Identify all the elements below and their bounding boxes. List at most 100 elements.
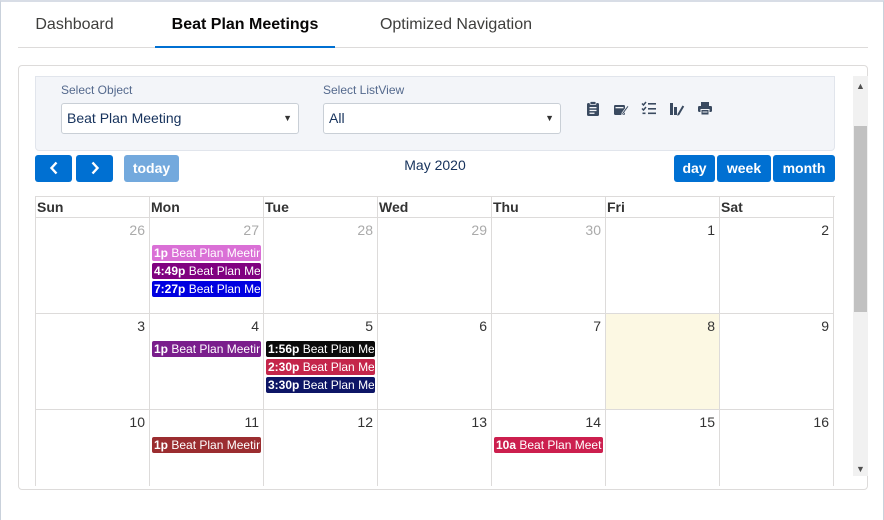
day-number: 27 (243, 222, 259, 238)
event-time: 1p (154, 438, 169, 452)
day-number: 16 (813, 414, 829, 430)
print-icon[interactable] (696, 101, 714, 119)
day-number: 14 (585, 414, 601, 430)
week-row: 3 4 1p Beat Plan Meeting 5 1:56p Beat Plan M… (36, 314, 835, 410)
day-cell[interactable]: 6 (378, 314, 492, 410)
day-cell[interactable]: 1 (606, 218, 720, 314)
week-view-button[interactable]: week (717, 155, 771, 182)
day-number: 13 (471, 414, 487, 430)
calendar-event[interactable]: 4:49p Beat Plan Meeting (152, 263, 261, 279)
day-cell[interactable]: 15 (606, 410, 720, 486)
day-cell[interactable]: 7 (492, 314, 606, 410)
event-time: 10a (496, 438, 517, 452)
weekday-header-wed: Wed (378, 197, 492, 218)
next-button[interactable] (76, 155, 113, 182)
select-listview-label: Select ListView (323, 83, 405, 97)
calendar-event[interactable]: 1p Beat Plan Meeting (152, 245, 261, 261)
weekday-header-row: Sun Mon Tue Wed Thu Fri Sat (36, 197, 835, 218)
event-title: Beat Plan Meeting (168, 342, 261, 356)
event-title: Beat Plan Meeting (188, 282, 261, 296)
tab-dashboard[interactable]: Dashboard (18, 4, 131, 48)
month-grid: Sun Mon Tue Wed Thu Fri Sat 26 27 1p Beat Plan M… (35, 196, 835, 486)
day-number: 30 (585, 222, 601, 238)
event-title: Beat Plan Meeting (168, 438, 261, 452)
day-number: 8 (707, 318, 715, 334)
vertical-scrollbar[interactable]: ▲ ▼ (853, 76, 868, 476)
chevron-left-icon (49, 161, 57, 175)
day-cell[interactable]: 2 (720, 218, 834, 314)
day-number: 12 (357, 414, 373, 430)
calendar-event[interactable]: 2:30p Beat Plan Meeting (266, 359, 375, 375)
filter-bar: Select Object Beat Plan Meeting ▼ Select… (35, 76, 835, 151)
day-number: 10 (129, 414, 145, 430)
event-title: Beat Plan Meeting (188, 264, 261, 278)
day-cell[interactable]: 26 (36, 218, 150, 314)
day-cell[interactable]: 51:56p Beat Plan Meeting2:30p Beat Plan … (264, 314, 378, 410)
calendar-title: May 2020 (404, 157, 466, 173)
weekday-header-tue: Tue (264, 197, 378, 218)
month-view-button[interactable]: month (773, 155, 835, 182)
day-cell[interactable]: 28 (264, 218, 378, 314)
day-number: 2 (821, 222, 829, 238)
day-number: 9 (821, 318, 829, 334)
calendar-event[interactable]: 10a Beat Plan Meeting (494, 437, 603, 453)
day-view-button[interactable]: day (674, 155, 715, 182)
event-time: 3:30p (268, 378, 300, 392)
chart-pen-icon[interactable] (668, 101, 686, 119)
tab-bar: Dashboard Beat Plan Meetings Optimized N… (18, 4, 868, 48)
event-title: Beat Plan Meeting (302, 360, 375, 374)
edit-note-icon[interactable] (612, 101, 630, 119)
calendar-event[interactable]: 7:27p Beat Plan Meeting (152, 281, 261, 297)
tab-optimized-navigation[interactable]: Optimized Navigation (360, 4, 552, 48)
tab-beat-plan-meetings[interactable]: Beat Plan Meetings (155, 4, 335, 48)
weekday-header-mon: Mon (150, 197, 264, 218)
day-cell[interactable]: 13 (378, 410, 492, 486)
event-time: 7:27p (154, 282, 186, 296)
today-button[interactable]: today (124, 155, 179, 182)
event-time: 1p (154, 246, 169, 260)
calendar-event[interactable]: 1:56p Beat Plan Meeting (266, 341, 375, 357)
day-number: 4 (251, 318, 259, 334)
day-cell[interactable]: 14 10a Beat Plan Meeting (492, 410, 606, 486)
day-number: 6 (479, 318, 487, 334)
day-cell[interactable]: 11 1p Beat Plan Meeting (150, 410, 264, 486)
clipboard-icon[interactable] (584, 101, 602, 119)
day-number: 28 (357, 222, 373, 238)
day-cell[interactable]: 30 (492, 218, 606, 314)
day-number: 5 (365, 318, 373, 334)
day-cell[interactable]: 29 (378, 218, 492, 314)
day-cell[interactable]: 4 1p Beat Plan Meeting (150, 314, 264, 410)
event-title: Beat Plan Meeting (302, 378, 375, 392)
select-listview-dropdown[interactable]: All ▼ (323, 103, 561, 134)
checklist-icon[interactable] (640, 101, 658, 119)
event-title: Beat Plan Meeting (519, 438, 602, 452)
scroll-up-arrow-icon[interactable]: ▲ (853, 79, 868, 93)
event-time: 1:56p (268, 342, 300, 356)
day-cell[interactable]: 16 (720, 410, 834, 486)
event-time: 1p (154, 342, 169, 356)
day-cell-today[interactable]: 8 (606, 314, 720, 410)
day-number: 11 (244, 414, 259, 430)
calendar-event[interactable]: 1p Beat Plan Meeting (152, 437, 261, 453)
weekday-header-thu: Thu (492, 197, 606, 218)
week-row: 10 11 1p Beat Plan Meeting 12 13 14 10a Beat P… (36, 410, 835, 486)
day-number: 7 (593, 318, 601, 334)
day-cell[interactable]: 10 (36, 410, 150, 486)
day-number: 29 (471, 222, 487, 238)
scrollbar-thumb[interactable] (854, 126, 867, 312)
day-cell[interactable]: 9 (720, 314, 834, 410)
day-cell[interactable]: 3 (36, 314, 150, 410)
day-number: 26 (129, 222, 145, 238)
select-object-dropdown[interactable]: Beat Plan Meeting ▼ (61, 103, 299, 134)
prev-button[interactable] (35, 155, 72, 182)
day-cell[interactable]: 12 (264, 410, 378, 486)
weekday-header-fri: Fri (606, 197, 720, 218)
scroll-down-arrow-icon[interactable]: ▼ (853, 462, 868, 476)
event-title: Beat Plan Meeting (168, 246, 261, 260)
day-cell[interactable]: 27 1p Beat Plan Meeting 4:49p Beat Plan Me… (150, 218, 264, 314)
calendar-event[interactable]: 3:30p Beat Plan Meeting (266, 377, 375, 393)
day-number: 3 (137, 318, 145, 334)
calendar-scroll-area: Select Object Beat Plan Meeting ▼ Select… (35, 76, 852, 486)
calendar-event[interactable]: 1p Beat Plan Meeting (152, 341, 261, 357)
chevron-down-icon: ▼ (545, 113, 554, 123)
